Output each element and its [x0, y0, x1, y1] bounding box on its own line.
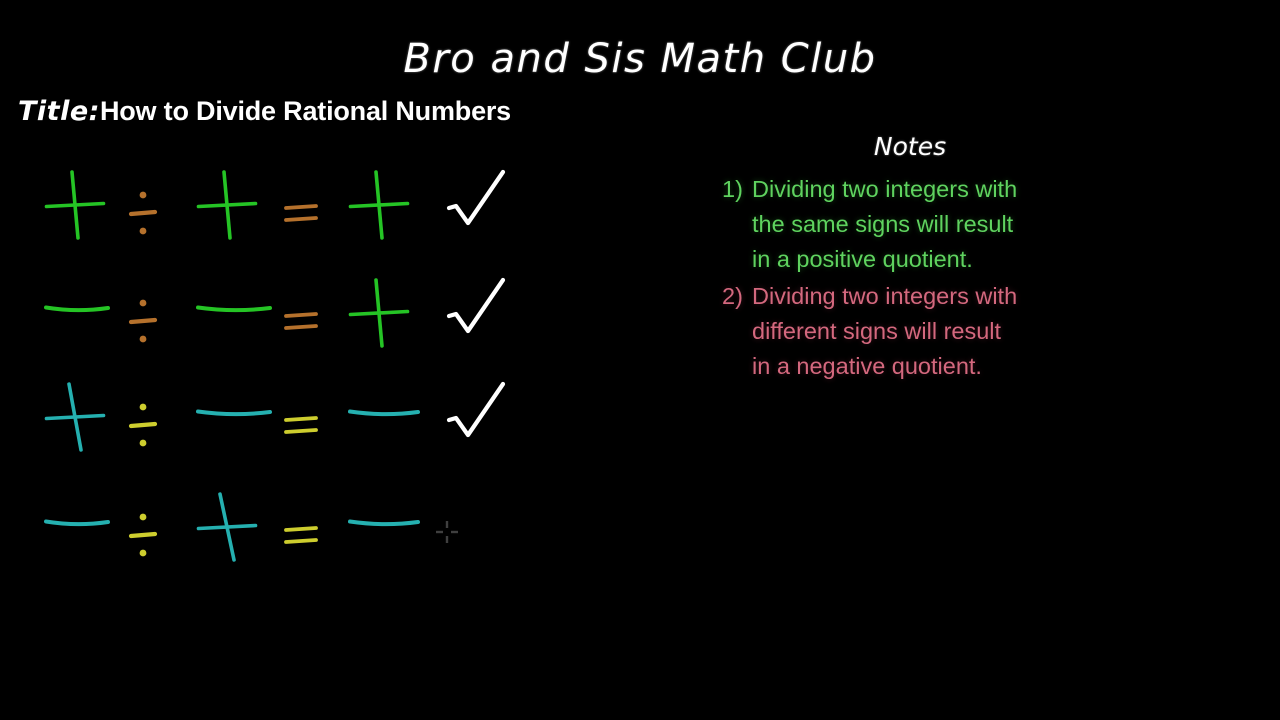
operand-b-plus-icon — [196, 492, 258, 567]
divide-icon — [128, 398, 158, 457]
divide-icon — [128, 508, 158, 567]
note-body-2: Dividing two integers with different sig… — [752, 279, 1017, 384]
note-item-2: 2) Dividing two integers with different … — [722, 279, 1017, 384]
operand-a-plus-icon — [44, 382, 106, 457]
divide-icon — [128, 186, 158, 245]
result-plus-icon — [348, 170, 410, 245]
notes-heading: Notes — [873, 132, 947, 161]
note-line: different signs will result — [752, 318, 1002, 344]
whiteboard-canvas: Bro and Sis Math Club Title:How to Divid… — [0, 0, 1280, 720]
note-line: in a positive quotient. — [752, 246, 973, 272]
operand-a-minus-icon — [44, 296, 110, 327]
page-title: Bro and Sis Math Club — [403, 36, 877, 82]
checkmark-icon — [446, 168, 508, 235]
operand-a-minus-icon — [44, 510, 110, 541]
operand-b-minus-icon — [196, 400, 272, 431]
lesson-title-text: How to Divide Rational Numbers — [99, 96, 512, 126]
note-number-2: 2) — [722, 283, 743, 309]
operand-a-plus-icon — [44, 170, 106, 245]
result-minus-icon — [348, 510, 420, 541]
divide-icon — [128, 294, 158, 353]
operand-b-plus-icon — [196, 170, 258, 245]
note-line: Dividing two integers with — [752, 283, 1018, 309]
lesson-title-line: Title:How to Divide Rational Numbers — [18, 96, 511, 127]
operand-b-minus-icon — [196, 296, 272, 327]
result-minus-icon — [348, 400, 420, 431]
equals-icon — [284, 306, 318, 341]
equals-icon — [284, 520, 318, 555]
note-body-1: Dividing two integers with the same sign… — [752, 172, 1017, 277]
note-item-1: 1) Dividing two integers with the same s… — [722, 172, 1017, 277]
note-number-1: 1) — [722, 176, 743, 202]
note-line: Dividing two integers with — [752, 176, 1018, 202]
result-plus-icon — [348, 278, 410, 353]
checkmark-icon — [446, 276, 508, 343]
equals-icon — [284, 410, 318, 445]
note-line: the same signs will result — [752, 211, 1014, 237]
lesson-title-label: Title: — [18, 96, 100, 127]
checkmark-icon — [446, 380, 508, 447]
crosshair-cursor — [434, 519, 460, 550]
equals-icon — [284, 198, 318, 233]
note-line: in a negative quotient. — [752, 353, 982, 379]
